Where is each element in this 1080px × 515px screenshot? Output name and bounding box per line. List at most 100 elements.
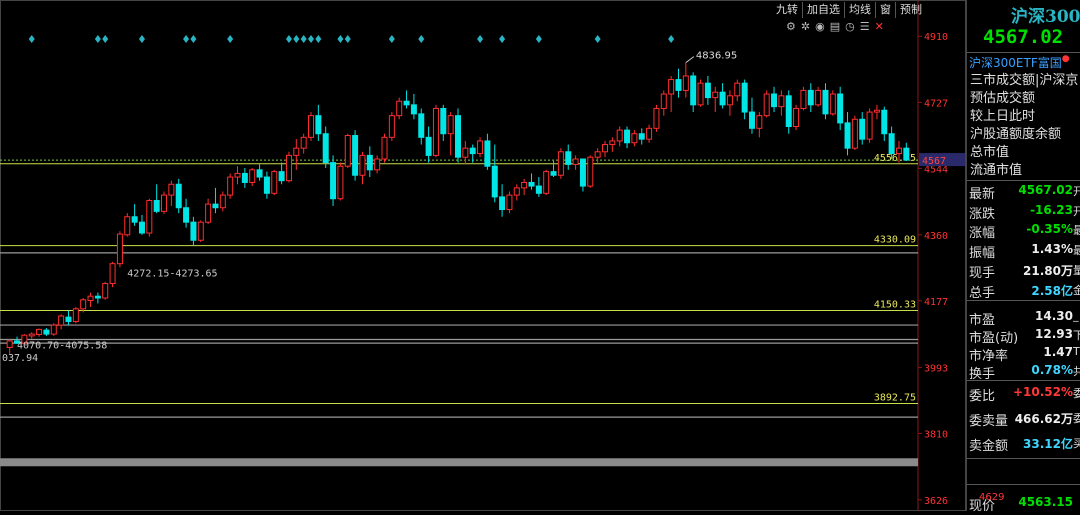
candle-body <box>572 158 579 165</box>
y-tick-label: 3993 <box>924 363 948 374</box>
quote-tail: 量 <box>1073 264 1080 277</box>
candle-body <box>72 308 79 322</box>
candle-body <box>234 172 241 178</box>
candle-body <box>418 113 425 138</box>
toolbar-button-preset[interactable]: 预制 <box>895 2 926 18</box>
price-tag-label: 4567 <box>922 156 946 167</box>
divider <box>967 180 1080 181</box>
chart-toolbar: 九转 加自选 均线 窗 预制 <box>772 2 926 18</box>
candle-body <box>94 295 101 299</box>
quote-label: 涨幅 <box>969 226 996 241</box>
candle-body <box>293 147 300 156</box>
candle-body <box>28 333 35 337</box>
candle-body <box>903 147 910 161</box>
candle-body <box>756 115 763 129</box>
y-tick-label: 4727 <box>924 98 948 109</box>
candle-body <box>881 109 888 135</box>
toolbar-button-add-watchlist[interactable]: 加自选 <box>802 2 844 18</box>
settings-cog-icon[interactable]: ✲ <box>801 20 810 33</box>
candle-body <box>50 324 57 335</box>
candle-body <box>455 115 461 158</box>
quote-row: 涨幅 -0.35% 最 <box>969 222 1080 242</box>
close-icon[interactable]: ✕ <box>875 20 884 33</box>
toolbar-button-nine-turn[interactable]: 九转 <box>772 2 802 18</box>
candle-body <box>609 140 616 146</box>
signal-diamond-icon <box>337 35 344 43</box>
quote-tail: 开 <box>1073 185 1080 198</box>
range-annotation: 037.94 <box>2 353 38 364</box>
candle-body <box>308 115 315 138</box>
candle-body <box>102 283 109 299</box>
candle-body <box>263 176 270 194</box>
quote-value: 4567.02 <box>1018 183 1073 197</box>
quote-label: 振幅 <box>969 246 996 261</box>
quote-row: 卖金额 33.12亿买 <box>969 435 1080 455</box>
candle-body <box>175 183 182 209</box>
candle-body <box>183 207 190 223</box>
signal-diamond-icon <box>293 35 300 43</box>
candle-body <box>271 171 278 194</box>
high-pointer <box>685 56 695 64</box>
candle-body <box>138 221 145 234</box>
candle-body <box>697 82 704 106</box>
chart-frame <box>0 0 966 511</box>
candle-body <box>579 158 586 187</box>
divider <box>967 380 1080 381</box>
clock-icon[interactable]: ◷ <box>845 20 855 33</box>
quote-tail: T <box>1073 345 1080 358</box>
quote-tail: 委 <box>1073 412 1080 425</box>
quote-row: 市净率 1.47 T <box>969 345 1080 365</box>
candle-body <box>550 171 557 176</box>
candle-body <box>190 221 197 241</box>
signal-diamond-icon <box>28 35 35 43</box>
y-tick-label: 4910 <box>924 32 948 43</box>
candle-body <box>440 107 447 135</box>
etf-link[interactable]: 沪深300ETF富国● <box>969 54 1070 71</box>
quote-label: 市盈(动) <box>969 331 1019 346</box>
toolbar-button-moving-average[interactable]: 均线 <box>844 2 875 18</box>
candle-body <box>300 136 307 149</box>
toolbar-button-window[interactable]: 窗 <box>875 2 895 18</box>
candle-body <box>822 89 829 115</box>
candlestick-chart[interactable]: 4330.09 4150.33 3892.75 4556.75 4836.95 4272.… <box>0 0 966 511</box>
info-line: 流通市值 <box>970 163 1023 178</box>
candle-body <box>410 104 417 115</box>
quote-tail: 共 <box>1073 365 1080 378</box>
candle-body <box>359 154 366 176</box>
layout-icon[interactable]: ▤ <box>830 20 840 33</box>
candle-body <box>227 176 234 196</box>
candle-body <box>506 194 513 211</box>
signal-diamond-icon <box>344 35 351 43</box>
level-label: 3892.75 <box>874 393 916 404</box>
candle-body <box>873 109 880 113</box>
quote-row: 现手 21.80万量 <box>969 262 1080 282</box>
candle-body <box>285 154 292 182</box>
y-tick-label: 3810 <box>924 429 948 440</box>
quote-tail: 买 <box>1073 437 1080 450</box>
eye-icon[interactable]: ◉ <box>815 20 825 33</box>
candle-body <box>513 187 520 196</box>
grey-band-line <box>0 458 918 467</box>
menu-icon[interactable]: ☰ <box>860 20 870 33</box>
gear-icon[interactable]: ⚙ <box>786 20 796 33</box>
candle-body <box>469 147 476 155</box>
signal-diamond-icon <box>418 35 425 43</box>
signal-diamond-icon <box>102 35 109 43</box>
quote-row: 市盈 14.30 _ <box>969 309 1080 329</box>
candle-body <box>859 118 866 140</box>
signal-diamond-icon <box>300 35 307 43</box>
candle-body <box>43 329 50 335</box>
divider <box>967 484 1080 485</box>
candle-body <box>491 165 498 198</box>
candle-body <box>153 200 160 212</box>
candle-body <box>322 133 329 164</box>
candle-body <box>675 79 682 91</box>
candle-body <box>734 82 741 97</box>
quote-label: 最新 <box>969 187 996 202</box>
quote-row: 最新 4567.02 开 <box>969 183 1080 203</box>
candle-body <box>168 183 175 196</box>
candle-body <box>521 181 528 189</box>
candle-body <box>315 115 322 135</box>
candle-body <box>829 93 836 115</box>
mini-chart-label: 4629 <box>979 492 1005 503</box>
